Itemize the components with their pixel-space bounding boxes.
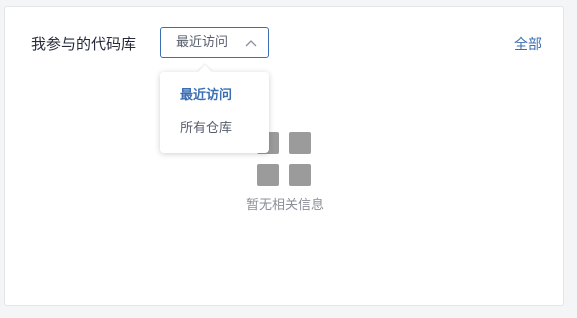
repo-filter-select[interactable]: 最近访问 [160, 27, 269, 58]
repo-filter-selected-value: 最近访问 [176, 35, 229, 50]
view-all-link[interactable]: 全部 [514, 36, 542, 54]
dropdown-option-all-repos[interactable]: 所有仓库 [180, 120, 232, 138]
chevron-up-icon [245, 40, 257, 47]
dropdown-option-recent[interactable]: 最近访问 [180, 87, 232, 105]
repo-filter-dropdown: 最近访问 所有仓库 [160, 64, 269, 153]
card-title: 我参与的代码库 [31, 35, 137, 53]
empty-state-message: 暂无相关信息 [245, 198, 324, 213]
repositories-card: 我参与的代码库 最近访问 全部 暂无相关信息 最近访问 所有仓库 [4, 6, 564, 306]
dropdown-arrow [197, 64, 213, 80]
